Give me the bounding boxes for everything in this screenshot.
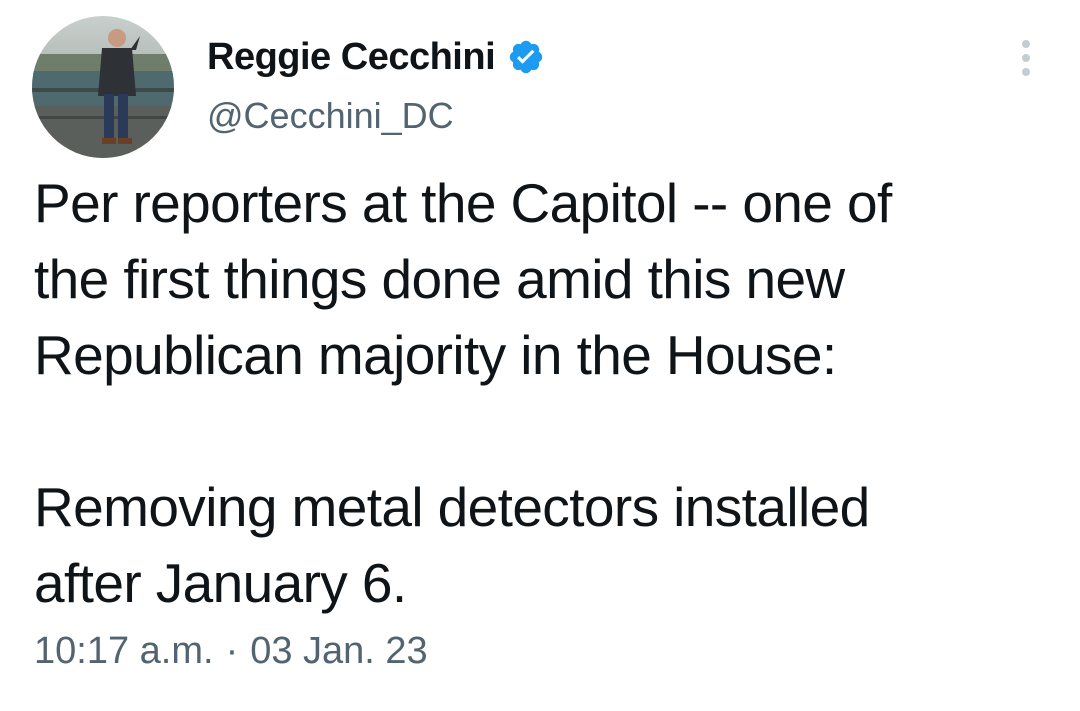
tweet-line: the first things done amid this new	[34, 248, 845, 310]
meta-separator: ·	[225, 630, 239, 672]
tweet-date: 03 Jan. 23	[250, 630, 428, 672]
tweet-card: Reggie Cecchini @Cecchini_DC Per reporte…	[0, 0, 1080, 711]
tweet-text: Per reporters at the Capitol -- one of t…	[34, 165, 1054, 621]
more-options-icon[interactable]	[1006, 36, 1046, 80]
paragraph-break	[34, 393, 1054, 469]
tweet-line: Removing metal detectors installed	[34, 476, 870, 538]
author-handle[interactable]: @Cecchini_DC	[207, 95, 454, 137]
tweet-line: after January 6.	[34, 552, 407, 614]
tweet-timestamp[interactable]: 10:17 a.m. · 03 Jan. 23	[34, 630, 428, 673]
tweet-line: Per reporters at the Capitol -- one of	[34, 172, 892, 234]
verified-badge-icon	[507, 38, 545, 76]
author-name-row: Reggie Cecchini	[207, 32, 545, 82]
avatar[interactable]	[32, 16, 174, 158]
avatar-photo-icon	[32, 16, 174, 158]
display-name[interactable]: Reggie Cecchini	[207, 36, 496, 79]
tweet-time: 10:17 a.m.	[34, 630, 214, 672]
tweet-line: Republican majority in the House:	[34, 324, 837, 386]
